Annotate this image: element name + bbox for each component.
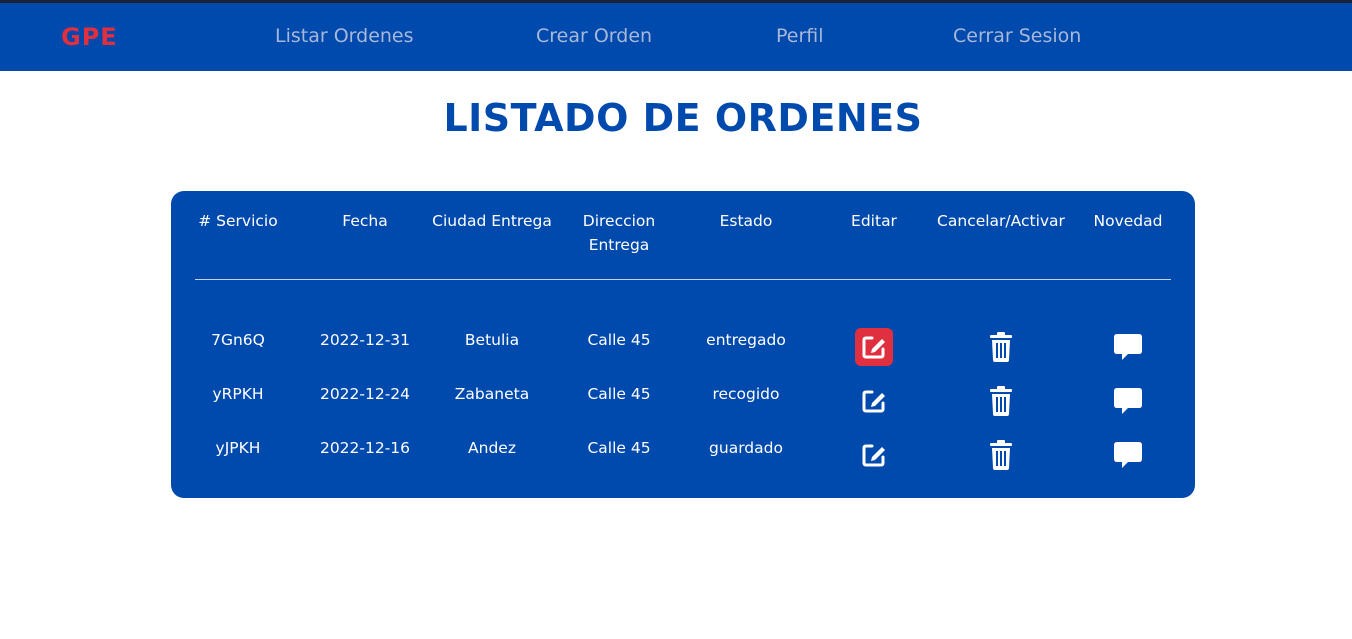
nav-listar-ordenes[interactable]: Listar Ordenes [275,25,414,47]
cell-ciudad: Andez [468,439,516,457]
comment-icon [1114,388,1142,414]
novedad-button[interactable] [1109,328,1147,366]
table-row: yJPKH 2022-12-16 Andez Calle 45 guardado [171,436,1195,476]
nav-crear-orden[interactable]: Crear Orden [536,25,652,47]
cell-servicio: yRPKH [212,385,264,403]
orders-table: # Servicio Fecha Ciudad Entrega Direccio… [171,191,1195,498]
comment-icon [1114,334,1142,360]
cell-estado: guardado [709,439,783,457]
nav-perfil[interactable]: Perfil [776,25,824,47]
trash-icon [990,386,1012,416]
trash-icon [990,332,1012,362]
header-divider [195,279,1171,280]
nav-cerrar-sesion[interactable]: Cerrar Sesion [953,25,1081,47]
trash-icon [990,440,1012,470]
table-row: 7Gn6Q 2022-12-31 Betulia Calle 45 entreg… [171,328,1195,368]
cell-estado: entregado [706,331,786,349]
cell-direccion: Calle 45 [587,385,651,403]
cancel-button[interactable] [982,328,1020,366]
comment-icon [1114,442,1142,468]
column-header-fecha: Fecha [342,212,388,230]
cell-ciudad: Zabaneta [454,385,530,403]
edit-button[interactable] [855,382,893,420]
column-header-estado: Estado [719,212,773,230]
column-header-ciudad: Ciudad Entrega [432,212,552,230]
cell-direccion: Calle 45 [587,439,651,457]
cancel-button[interactable] [982,436,1020,474]
edit-icon [862,390,885,413]
edit-icon [862,336,885,359]
edit-icon [862,444,885,467]
brand-logo[interactable]: GPE [61,23,118,51]
column-header-editar: Editar [851,212,897,230]
cell-fecha: 2022-12-16 [319,439,411,457]
cell-fecha: 2022-12-24 [319,385,411,403]
edit-button[interactable] [855,328,893,366]
page-title: LISTADO DE ORDENES [443,96,923,140]
cell-estado: recogido [712,385,780,403]
cell-direccion: Calle 45 [587,331,651,349]
cell-servicio: yJPKH [215,439,261,457]
column-header-servicio: # Servicio [198,212,278,230]
cell-servicio: 7Gn6Q [211,331,265,349]
edit-button[interactable] [855,436,893,474]
column-header-direccion: Direccion Entrega [582,212,656,254]
cell-ciudad: Betulia [464,331,520,349]
column-header-cancelar: Cancelar/Activar [937,212,1065,230]
cancel-button[interactable] [982,382,1020,420]
table-row: yRPKH 2022-12-24 Zabaneta Calle 45 recog… [171,382,1195,422]
novedad-button[interactable] [1109,436,1147,474]
navbar: GPE Listar Ordenes Crear Orden Perfil Ce… [0,3,1352,71]
column-header-novedad: Novedad [1093,212,1163,230]
cell-fecha: 2022-12-31 [319,331,411,349]
novedad-button[interactable] [1109,382,1147,420]
